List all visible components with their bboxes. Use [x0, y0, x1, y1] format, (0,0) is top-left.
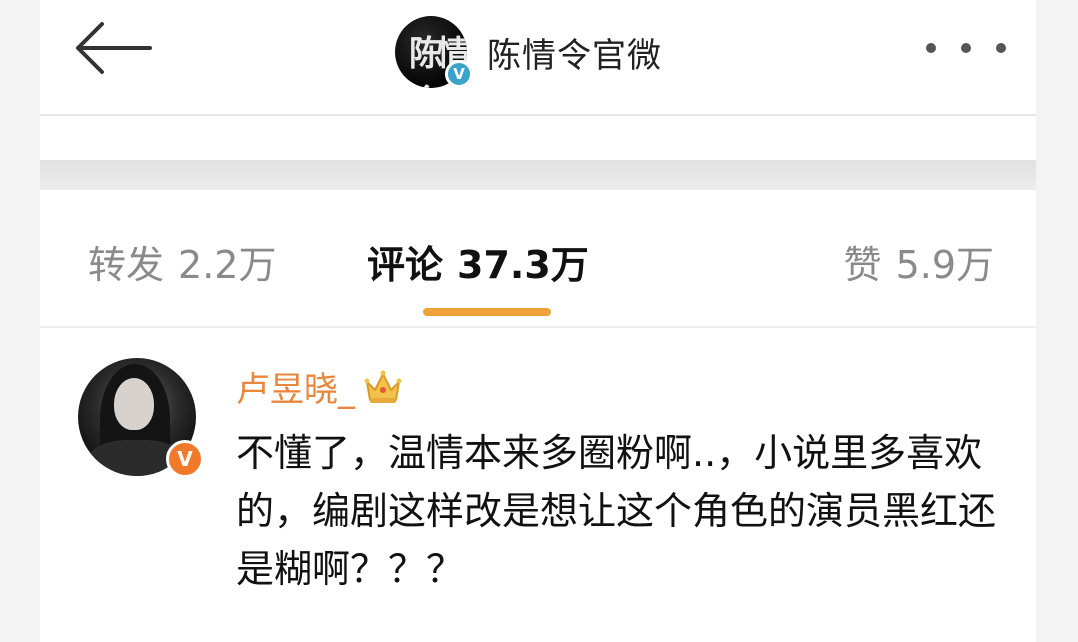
more-icon [996, 43, 1006, 53]
more-icon [926, 43, 936, 53]
tab-comments[interactable]: 评论 37.3万 [367, 234, 589, 289]
comment-text: 不懂了，温情本来多圈粉啊..，小说里多喜欢的，编剧这样改是想让这个角色的演员黑红… [236, 431, 997, 591]
avatar-face [114, 378, 154, 430]
tab-label: 赞 [843, 243, 882, 287]
commenter-avatar[interactable]: V [78, 358, 204, 478]
vip-icon: V [166, 440, 204, 478]
crown-icon [364, 370, 402, 403]
comment-item: V 卢昱晓_ 不懂了，温情本来多圈粉啊..，小说里多喜欢的，编剧这样改是想让这个… [40, 328, 1036, 642]
comment-header: 卢昱晓_ [236, 362, 403, 411]
verified-icon: V [445, 60, 473, 88]
account-header[interactable]: 陈情令 V 陈情令官微 [395, 12, 662, 92]
tab-count: 5.9万 [895, 243, 994, 287]
more-icon [961, 43, 971, 53]
stats-tabs: 转发 2.2万 评论 37.3万 赞 5.9万 [40, 190, 1036, 328]
active-tab-indicator [423, 308, 551, 316]
page-title: 陈情令官微 [487, 35, 662, 76]
more-button[interactable] [926, 30, 1006, 66]
comment-username[interactable]: 卢昱晓_ [236, 362, 355, 411]
app-screen: 陈情令 V 陈情令官微 转发 2.2万 评论 37.3万 赞 5.9万 [40, 0, 1036, 642]
tab-label: 评论 [367, 243, 444, 287]
tab-label: 转发 [88, 243, 165, 287]
tab-likes[interactable]: 赞 5.9万 [844, 234, 994, 289]
back-button[interactable] [68, 18, 158, 78]
account-avatar[interactable]: 陈情令 V [395, 16, 473, 88]
back-arrow-icon [76, 22, 152, 74]
tab-count: 37.3万 [457, 243, 589, 287]
section-divider [40, 160, 1036, 190]
top-bar: 陈情令 V 陈情令官微 [40, 0, 1036, 116]
tab-reposts[interactable]: 转发 2.2万 [88, 234, 276, 289]
tab-count: 2.2万 [178, 243, 277, 287]
